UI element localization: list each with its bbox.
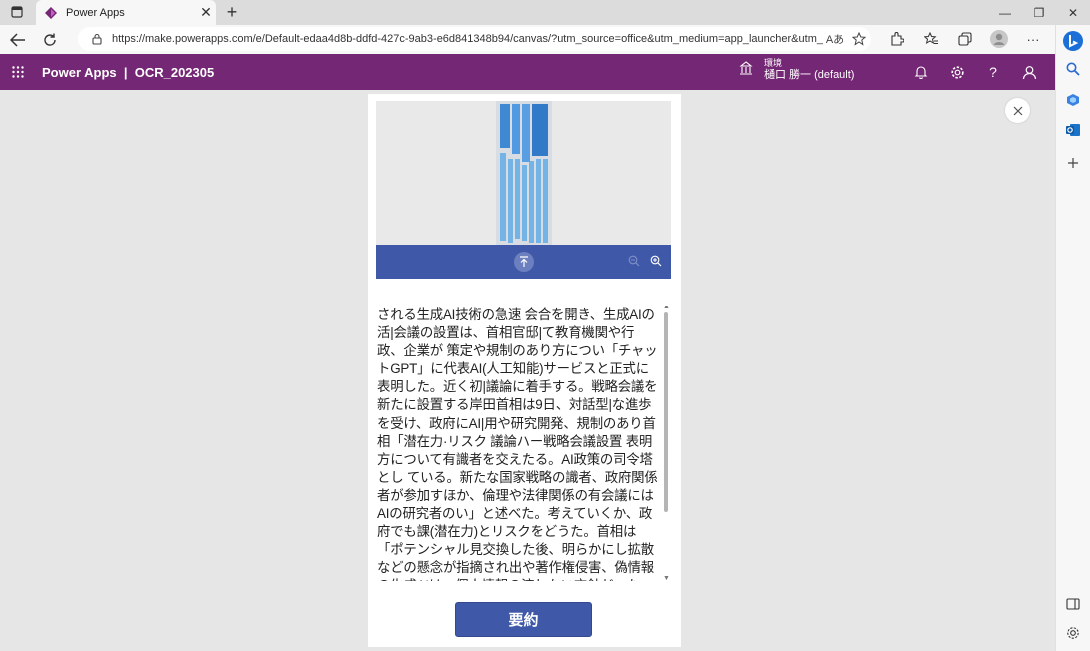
bing-chat-icon[interactable] xyxy=(1061,29,1085,53)
refresh-button[interactable] xyxy=(36,27,64,53)
address-bar[interactable]: https://make.powerapps.com/e/Default-eda… xyxy=(78,27,871,51)
settings-gear-icon[interactable] xyxy=(947,62,967,82)
app-launcher-icon[interactable] xyxy=(0,54,36,90)
profile-avatar-icon[interactable] xyxy=(982,27,1016,51)
zoom-in-icon[interactable] xyxy=(648,253,664,269)
scroll-up-arrow-icon[interactable]: ▲ xyxy=(663,306,669,310)
url-text[interactable]: https://make.powerapps.com/e/Default-eda… xyxy=(112,33,823,45)
upload-image-button[interactable] xyxy=(514,252,534,272)
add-favorite-icon[interactable] xyxy=(847,28,871,50)
tab-actions-icon[interactable] xyxy=(8,4,26,20)
lock-icon[interactable] xyxy=(88,33,106,45)
favorites-icon[interactable] xyxy=(914,27,948,51)
environment-label: 環境 xyxy=(764,58,783,68)
browser-tab-bar: Power Apps ✕ + — ❐ ✕ xyxy=(0,0,1090,25)
browser-tab[interactable]: Power Apps ✕ xyxy=(36,0,216,25)
ocr-result-textbox[interactable]: される生成AI技術の急速 会合を開き、生成AIの活|会議の設置は、首相官邸|て教… xyxy=(377,306,669,581)
environment-picker[interactable]: 環境 樋口 勝一 (default) xyxy=(738,57,854,81)
scrollbar-thumb[interactable] xyxy=(664,312,668,512)
summarize-button[interactable]: 要約 xyxy=(455,602,592,637)
image-controls-bar xyxy=(376,245,671,279)
scroll-down-arrow-icon[interactable]: ▼ xyxy=(663,575,669,581)
powerapps-favicon-icon xyxy=(45,6,57,19)
ocr-result-text: される生成AI技術の急速 会合を開き、生成AIの活|会議の設置は、首相官邸|て教… xyxy=(377,307,658,581)
office-icon[interactable] xyxy=(1061,88,1085,112)
read-aloud-icon[interactable]: Aあ xyxy=(823,28,847,50)
minimize-button[interactable]: — xyxy=(988,0,1022,25)
outlook-icon[interactable] xyxy=(1061,118,1085,142)
collections-icon[interactable] xyxy=(948,27,982,51)
close-app-button[interactable] xyxy=(1005,98,1030,123)
new-tab-button[interactable]: + xyxy=(222,2,242,22)
toolbar-right-icons: ··· xyxy=(880,27,1050,51)
tab-title: Power Apps xyxy=(66,6,125,19)
user-account-icon[interactable] xyxy=(1019,62,1039,82)
restore-button[interactable]: ❐ xyxy=(1022,0,1056,25)
back-button[interactable] xyxy=(4,27,32,53)
captured-image-viewer[interactable] xyxy=(376,101,671,245)
help-icon[interactable]: ? xyxy=(983,62,1003,82)
tab-close-icon[interactable]: ✕ xyxy=(196,3,216,23)
environment-icon xyxy=(739,61,753,75)
browser-toolbar: https://make.powerapps.com/e/Default-eda… xyxy=(0,25,1055,54)
ocr-scrollbar[interactable]: ▲ ▼ xyxy=(663,306,669,581)
newspaper-clipping-image xyxy=(496,101,552,245)
notifications-icon[interactable] xyxy=(911,62,931,82)
close-window-button[interactable]: ✕ xyxy=(1056,0,1090,25)
app-title: Power Apps | OCR_202305 xyxy=(42,64,215,80)
search-icon[interactable] xyxy=(1061,57,1085,81)
add-sidebar-app-icon[interactable] xyxy=(1061,151,1085,175)
edge-sidebar xyxy=(1055,25,1090,651)
powerapps-header: Power Apps | OCR_202305 環境 樋口 勝一 (defaul… xyxy=(0,54,1055,90)
extensions-icon[interactable] xyxy=(880,27,914,51)
hide-sidebar-icon[interactable] xyxy=(1061,592,1085,616)
zoom-out-icon[interactable] xyxy=(626,253,642,269)
more-options-icon[interactable]: ··· xyxy=(1016,27,1050,51)
app-screen: される生成AI技術の急速 会合を開き、生成AIの活|会議の設置は、首相官邸|て教… xyxy=(368,94,681,647)
sidebar-settings-icon[interactable] xyxy=(1061,621,1085,645)
environment-name: 樋口 勝一 (default) xyxy=(764,69,855,81)
window-controls: — ❐ ✕ xyxy=(988,0,1090,25)
